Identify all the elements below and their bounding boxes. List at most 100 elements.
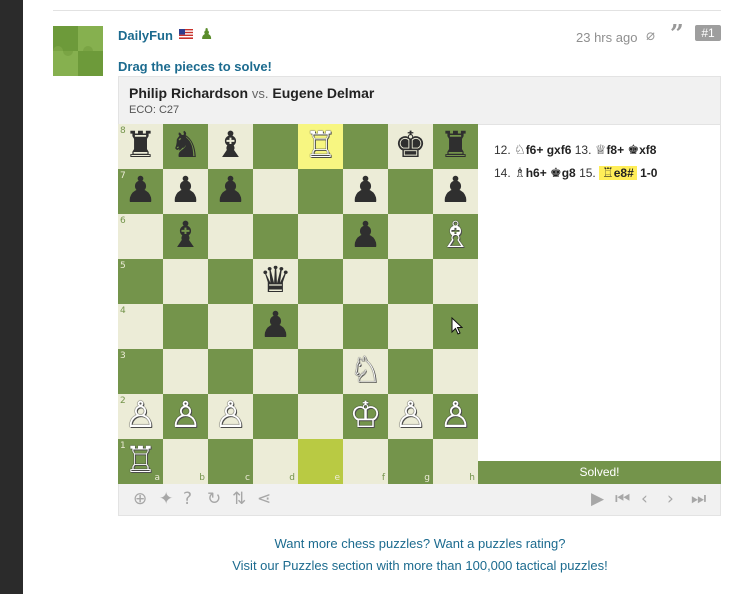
square-c7[interactable]: ♟: [208, 169, 253, 214]
black-knight-icon[interactable]: ♞: [163, 124, 208, 169]
paperclip-icon[interactable]: ⌀: [646, 26, 655, 44]
square-b3[interactable]: [163, 349, 208, 394]
white-pawn-icon[interactable]: ♙: [433, 394, 478, 439]
move[interactable]: ♕f8+: [595, 143, 624, 158]
white-pawn-icon[interactable]: ♙: [163, 394, 208, 439]
square-a2[interactable]: 2 ♙: [118, 394, 163, 439]
square-e1[interactable]: e: [298, 439, 343, 484]
analysis-icon[interactable]: ⊕: [133, 489, 147, 509]
square-a4[interactable]: 4: [118, 304, 163, 349]
square-g2[interactable]: ♙: [388, 394, 433, 439]
square-e2[interactable]: [298, 394, 343, 439]
black-bishop-icon[interactable]: ♝: [208, 124, 253, 169]
hint-icon[interactable]: ✦: [159, 489, 173, 509]
square-c5[interactable]: [208, 259, 253, 304]
square-b5[interactable]: [163, 259, 208, 304]
black-queen-icon[interactable]: ♛: [253, 259, 298, 304]
square-e5[interactable]: [298, 259, 343, 304]
square-c6[interactable]: [208, 214, 253, 259]
white-bishop-icon[interactable]: ♗: [433, 214, 478, 259]
square-f2[interactable]: ♔: [343, 394, 388, 439]
square-g3[interactable]: [388, 349, 433, 394]
move[interactable]: gxf6: [547, 143, 572, 157]
square-h5[interactable]: [433, 259, 478, 304]
last-move-icon[interactable]: ⏭: [691, 489, 706, 509]
square-d7[interactable]: [253, 169, 298, 214]
square-f3[interactable]: ♘: [343, 349, 388, 394]
square-b1[interactable]: b: [163, 439, 208, 484]
first-move-icon[interactable]: ⏮: [615, 489, 630, 509]
play-icon[interactable]: ▶: [591, 489, 604, 509]
square-b8[interactable]: ♞: [163, 124, 208, 169]
square-b6[interactable]: ♝: [163, 214, 208, 259]
square-f8[interactable]: [343, 124, 388, 169]
black-bishop-icon[interactable]: ♝: [163, 214, 208, 259]
move[interactable]: ♚g8: [550, 166, 576, 181]
square-e8[interactable]: ♖: [298, 124, 343, 169]
square-d6[interactable]: [253, 214, 298, 259]
square-c3[interactable]: [208, 349, 253, 394]
square-d2[interactable]: [253, 394, 298, 439]
square-g7[interactable]: [388, 169, 433, 214]
black-pawn-icon[interactable]: ♟: [343, 214, 388, 259]
white-king-icon[interactable]: ♔: [343, 394, 388, 439]
square-a5[interactable]: 5: [118, 259, 163, 304]
black-pawn-icon[interactable]: ♟: [253, 304, 298, 349]
post-number-badge[interactable]: #1: [695, 25, 721, 41]
black-pawn-icon[interactable]: ♟: [118, 169, 163, 214]
white-rook-icon[interactable]: ♖: [118, 439, 163, 484]
square-f5[interactable]: [343, 259, 388, 304]
black-player-name[interactable]: Eugene Delmar: [272, 85, 374, 101]
chess-board[interactable]: 8 ♜ ♞ ♝ ♖ ♚ ♜ 7 ♟ ♟ ♟ ♟ ♟ 6 ♝ ♟ ♗ 5 ♛ 4 ♟ 3 ♘ 2 ♙ ♙ ♙ ♔ ♙ ♙ 1 a ♖ b c d e f g h: [118, 124, 478, 484]
white-pawn-icon[interactable]: ♙: [118, 394, 163, 439]
promo-line-2[interactable]: Visit our Puzzles section with more than…: [0, 558, 740, 573]
square-a7[interactable]: 7 ♟: [118, 169, 163, 214]
square-e3[interactable]: [298, 349, 343, 394]
square-h1[interactable]: h: [433, 439, 478, 484]
square-a3[interactable]: 3: [118, 349, 163, 394]
square-g4[interactable]: [388, 304, 433, 349]
move[interactable]: ♚xf8: [627, 143, 656, 158]
square-d4[interactable]: ♟: [253, 304, 298, 349]
white-pawn-icon[interactable]: ♙: [208, 394, 253, 439]
retry-icon[interactable]: ↻: [207, 489, 221, 509]
square-e4[interactable]: [298, 304, 343, 349]
square-a8[interactable]: 8 ♜: [118, 124, 163, 169]
square-e6[interactable]: [298, 214, 343, 259]
black-pawn-icon[interactable]: ♟: [433, 169, 478, 214]
square-d5[interactable]: ♛: [253, 259, 298, 304]
square-g1[interactable]: g: [388, 439, 433, 484]
username-link[interactable]: DailyFun: [118, 28, 173, 43]
square-e7[interactable]: [298, 169, 343, 214]
square-c8[interactable]: ♝: [208, 124, 253, 169]
square-c4[interactable]: [208, 304, 253, 349]
white-player-name[interactable]: Philip Richardson: [129, 85, 248, 101]
square-f6[interactable]: ♟: [343, 214, 388, 259]
square-f1[interactable]: f: [343, 439, 388, 484]
square-g5[interactable]: [388, 259, 433, 304]
square-a6[interactable]: 6: [118, 214, 163, 259]
square-g8[interactable]: ♚: [388, 124, 433, 169]
square-d1[interactable]: d: [253, 439, 298, 484]
help-icon[interactable]: ?: [183, 489, 192, 509]
black-rook-icon[interactable]: ♜: [118, 124, 163, 169]
square-f7[interactable]: ♟: [343, 169, 388, 214]
square-g6[interactable]: [388, 214, 433, 259]
black-pawn-icon[interactable]: ♟: [208, 169, 253, 214]
black-king-icon[interactable]: ♚: [388, 124, 433, 169]
move[interactable]: ♗h6+: [514, 166, 547, 181]
square-b4[interactable]: [163, 304, 208, 349]
next-move-icon[interactable]: ›: [667, 489, 674, 509]
black-pawn-icon[interactable]: ♟: [163, 169, 208, 214]
square-a1[interactable]: 1 a ♖: [118, 439, 163, 484]
white-pawn-icon[interactable]: ♙: [388, 394, 433, 439]
black-pawn-icon[interactable]: ♟: [343, 169, 388, 214]
flip-board-icon[interactable]: ⇅: [232, 489, 246, 509]
square-f4[interactable]: [343, 304, 388, 349]
white-rook-icon[interactable]: ♖: [298, 124, 343, 169]
current-move[interactable]: ♖e8#: [599, 166, 637, 181]
square-c1[interactable]: c: [208, 439, 253, 484]
avatar[interactable]: [53, 26, 103, 76]
white-knight-icon[interactable]: ♘: [343, 349, 388, 394]
black-rook-icon[interactable]: ♜: [433, 124, 478, 169]
